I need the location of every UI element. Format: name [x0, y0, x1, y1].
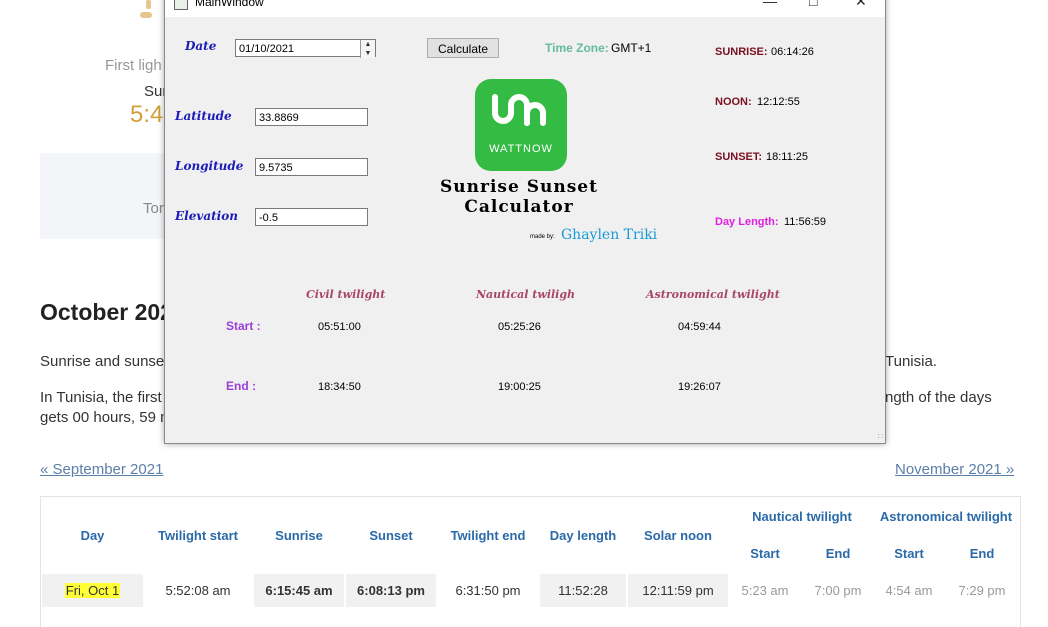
start-row-label: Start : — [226, 319, 261, 333]
table-cell-nautical-end: 7:00 pm — [814, 583, 862, 598]
day-highlight: Fri, Oct 1 — [64, 583, 121, 598]
maximize-icon[interactable]: □ — [809, 0, 817, 9]
calculate-button[interactable]: Calculate — [427, 38, 499, 58]
next-month-link[interactable]: November 2021 » — [895, 461, 1014, 478]
table-cell-solar-noon: 12:11:59 pm — [628, 574, 728, 607]
col-day-length: Day length — [549, 528, 617, 543]
detail-text-right: ngth of the days — [885, 389, 992, 406]
brand-title-line1: Sunrise Sunset — [440, 177, 598, 197]
astronomical-end-value: 19:26:07 — [678, 381, 721, 393]
nautical-start-value: 05:25:26 — [498, 321, 541, 333]
longitude-field[interactable]: 9.5735 — [255, 158, 368, 176]
wattnow-logo: WATTNOW — [475, 79, 567, 171]
tomorrow-box — [40, 153, 170, 239]
col-nautical-start: Start — [750, 546, 780, 561]
col-twilight-start: Twilight start — [158, 528, 238, 543]
page-heading: October 202 — [40, 299, 173, 325]
table-cell-day-length: 11:52:28 — [540, 574, 626, 607]
col-astro-end: End — [969, 546, 995, 561]
col-nautical-twilight: Nautical twilight — [752, 509, 852, 524]
author-name: Ghaylen Triki — [561, 227, 658, 243]
latitude-field[interactable]: 33.8869 — [255, 108, 368, 126]
table-cell-astro-start: 4:54 am — [885, 583, 933, 598]
logo-word: WATTNOW — [489, 143, 553, 155]
date-value: 01/10/2021 — [239, 43, 295, 55]
col-solar-noon: Solar noon — [644, 528, 712, 543]
sunrise-label: SUNRISE: — [715, 46, 768, 58]
logo-mark-icon — [492, 94, 546, 126]
first-light-label: First ligh — [105, 57, 162, 74]
sunset-label: SUNSET: — [715, 151, 763, 163]
intro-text-left: Sunrise and sunse — [40, 353, 165, 370]
minimize-icon[interactable]: — — [763, 0, 777, 9]
noon-label: NOON: — [715, 96, 752, 108]
table-cell-day: Fri, Oct 1 — [42, 574, 143, 607]
date-label: Date — [185, 39, 217, 53]
close-icon[interactable]: ✕ — [855, 0, 867, 10]
col-sunrise: Sunrise — [275, 528, 323, 543]
detail-text-line2: gets 00 hours, 59 m — [40, 409, 173, 426]
table-cell-astro-end: 7:29 pm — [958, 583, 1006, 598]
col-astronomical-twilight: Astronomical twilight — [879, 509, 1013, 524]
col-nautical-end: End — [825, 546, 851, 561]
nautical-end-value: 19:00:25 — [498, 381, 541, 393]
col-day: Day — [80, 528, 105, 543]
sunset-value: 18:11:25 — [766, 151, 809, 163]
day-length-label: Day Length: — [715, 216, 779, 228]
table-cell-sunset: 6:08:13 pm — [346, 574, 436, 607]
table-cell-nautical-start: 5:23 am — [741, 583, 789, 598]
longitude-label: Longitude — [175, 159, 244, 173]
brand-title-line2: Calculator — [464, 197, 574, 217]
noon-value: 12:12:55 — [757, 96, 800, 108]
intro-text-right: Tunisia. — [885, 353, 937, 370]
detail-text-left: In Tunisia, the first — [40, 389, 162, 406]
first-light-time: 5:4 — [130, 101, 164, 128]
table-cell-twilight-end: 6:31:50 pm — [455, 583, 521, 598]
civil-end-value: 18:34:50 — [318, 381, 361, 393]
table-cell-twilight-start: 5:52:08 am — [165, 583, 231, 598]
end-row-label: End : — [226, 379, 256, 393]
made-by-label: made by: — [530, 234, 555, 240]
nautical-twilight-header: Nautical twiligh — [476, 288, 576, 301]
window-title: MainWindow — [195, 0, 264, 9]
elevation-field[interactable]: -0.5 — [255, 208, 368, 226]
app-icon — [174, 0, 188, 10]
sunrise-value: 06:14:26 — [771, 46, 814, 58]
col-twilight-end: Twilight end — [450, 528, 526, 543]
timezone-label: Time Zone: — [545, 41, 609, 55]
col-sunset: Sunset — [369, 528, 413, 543]
astronomical-start-value: 04:59:44 — [678, 321, 721, 333]
civil-start-value: 05:51:00 — [318, 321, 361, 333]
tomorrow-label: Tor — [143, 200, 164, 217]
date-spinner[interactable]: ▲ ▼ — [360, 40, 375, 58]
resize-grip-icon[interactable]: ∷ — [878, 432, 883, 441]
astronomical-twilight-header: Astronomical twilight — [646, 288, 780, 301]
col-astro-start: Start — [894, 546, 924, 561]
civil-twilight-header: Civil twilight — [306, 288, 386, 301]
main-window: MainWindow — □ ✕ Date 01/10/2021 ▲ ▼ Calc… — [164, 0, 886, 444]
elevation-label: Elevation — [175, 209, 238, 223]
timezone-value: GMT+1 — [611, 41, 652, 55]
date-field[interactable]: 01/10/2021 ▲ ▼ — [235, 39, 376, 58]
sun-icon — [140, 0, 152, 18]
title-bar[interactable]: MainWindow — □ ✕ — [165, 0, 885, 17]
prev-month-link[interactable]: « September 2021 — [40, 461, 163, 478]
latitude-label: Latitude — [175, 109, 232, 123]
table-cell-sunrise: 6:15:45 am — [254, 574, 344, 607]
day-length-value: 11:56:59 — [784, 216, 827, 228]
